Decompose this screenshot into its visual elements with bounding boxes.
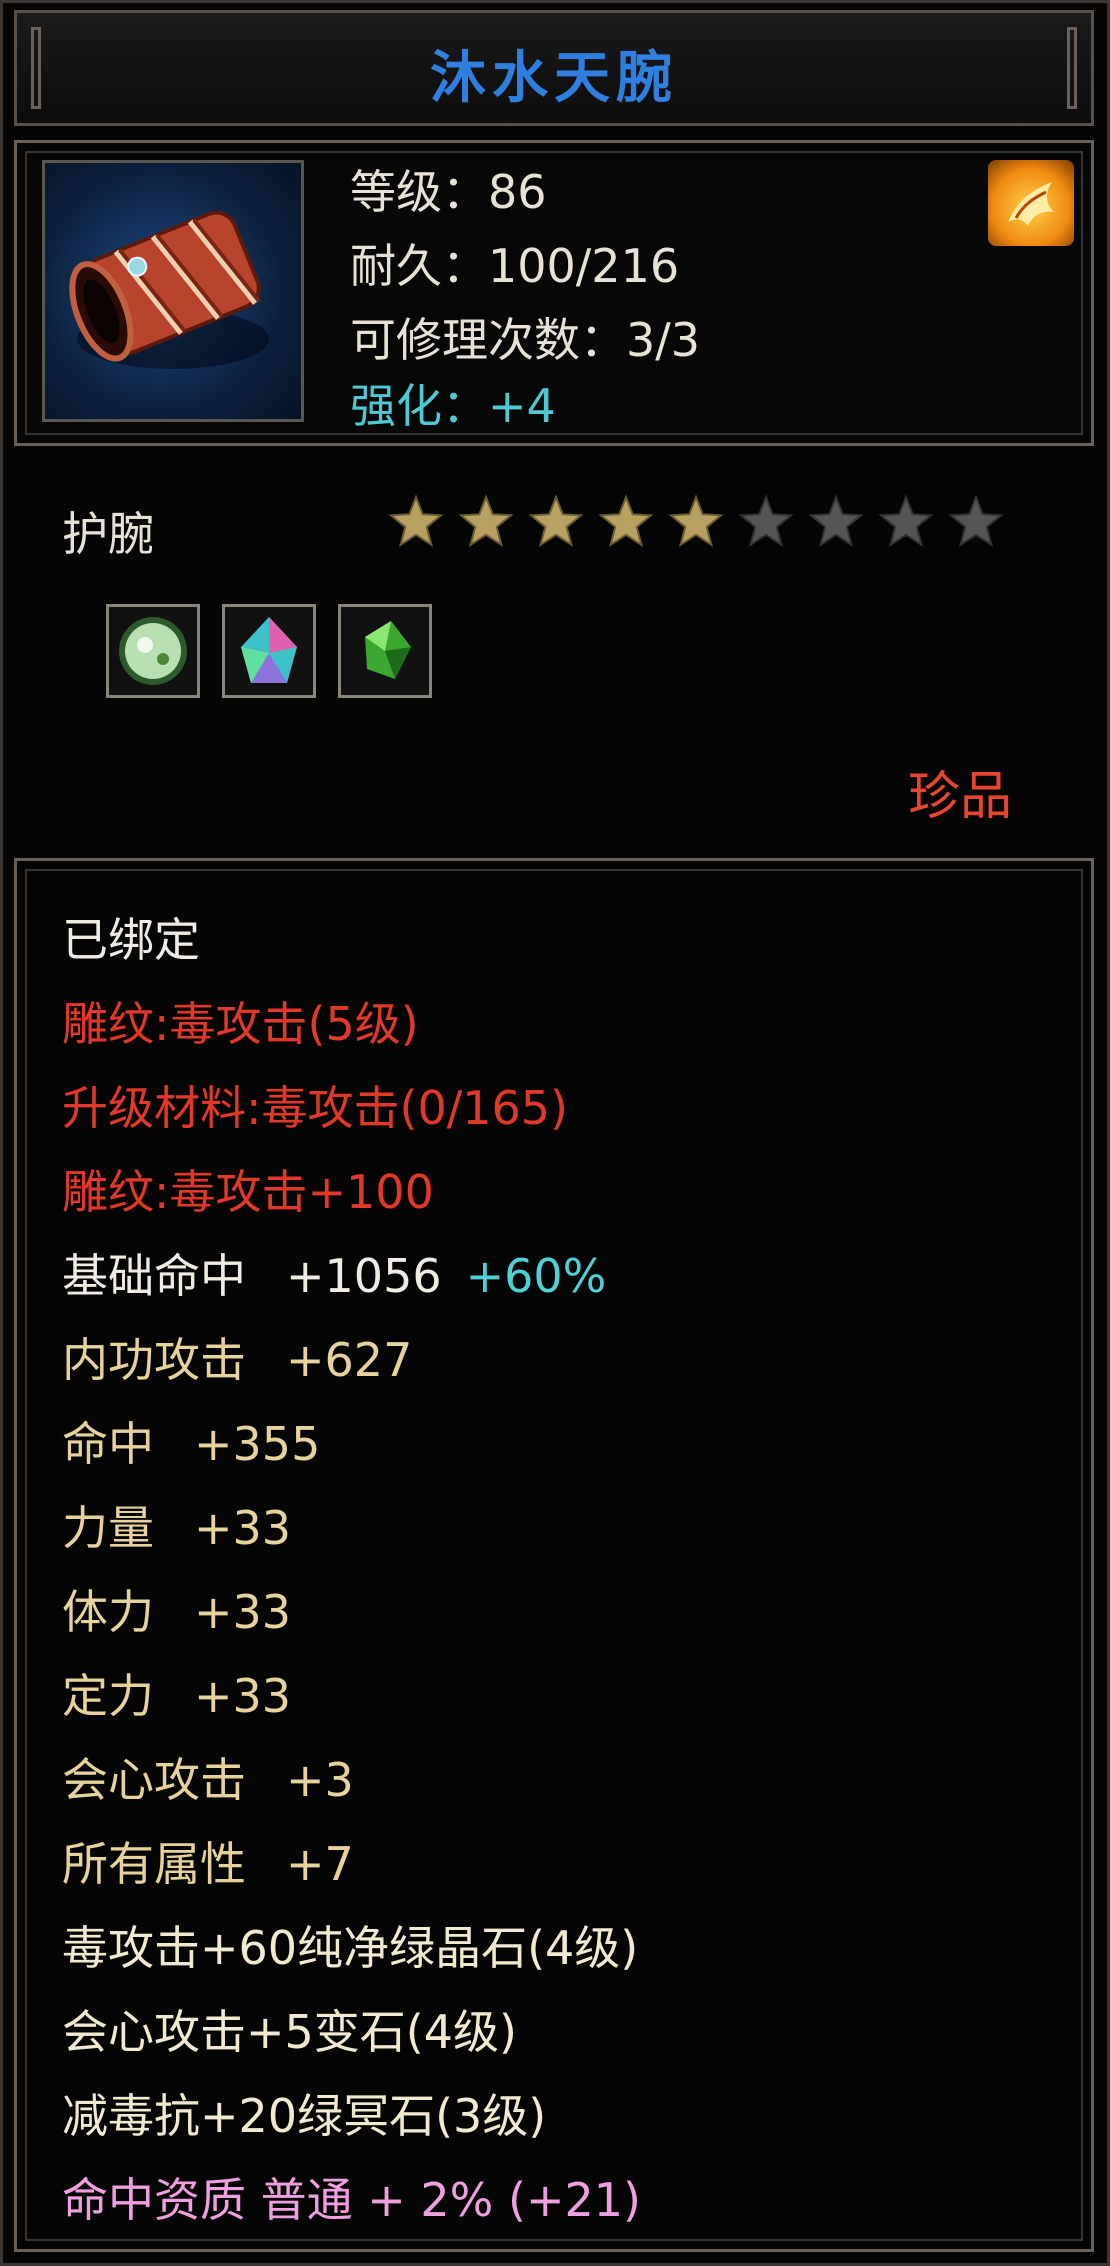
durability-label: 耐久：100/216 bbox=[350, 239, 680, 293]
flame-wing-icon bbox=[988, 160, 1074, 246]
focus-row: 定力 +33 bbox=[62, 1666, 291, 1726]
attr-name: 会心攻击 bbox=[62, 1753, 246, 1807]
item-type: 护腕 bbox=[62, 507, 154, 561]
bound-status: 已绑定 bbox=[62, 913, 200, 967]
star-filled-icon bbox=[528, 494, 584, 548]
hit-quality: 命中资质 普通 + 2% (+21) bbox=[62, 2173, 641, 2227]
engrave-level: 雕纹:毒攻击(5级) bbox=[62, 997, 419, 1051]
inner-attack-row: 内功攻击 +627 bbox=[62, 1330, 412, 1390]
attr-value: +33 bbox=[194, 1501, 292, 1555]
star-empty-icon bbox=[948, 494, 1004, 548]
upgrade-material: 升级材料:毒攻击(0/165) bbox=[62, 1081, 568, 1135]
attr-value: +1056 bbox=[286, 1249, 442, 1303]
gem-socket-1: 毒攻击+60纯净绿晶石(4级) bbox=[62, 1921, 639, 1975]
attr-name: 力量 bbox=[62, 1501, 154, 1555]
star-filled-icon bbox=[458, 494, 514, 548]
enhance-label: 强化：+4 bbox=[350, 379, 556, 433]
gem-socket-3: 减毒抗+20绿冥石(3级) bbox=[62, 2089, 547, 2143]
attr-value: +355 bbox=[194, 1417, 321, 1471]
star-filled-icon bbox=[668, 494, 724, 548]
strength-row: 力量 +33 bbox=[62, 1498, 291, 1558]
gem-socket-2: 会心攻击+5变石(4级) bbox=[62, 2005, 517, 2059]
rarity-label: 珍品 bbox=[908, 767, 1013, 827]
title-bar: 沐水天腕 bbox=[14, 10, 1094, 126]
star-empty-icon bbox=[738, 494, 794, 548]
engrave-bonus: 雕纹:毒攻击+100 bbox=[62, 1165, 434, 1219]
base-hit-row: 基础命中 +1056 +60% bbox=[62, 1246, 606, 1306]
item-name: 沐水天腕 bbox=[430, 46, 678, 111]
attr-name: 体力 bbox=[62, 1585, 154, 1639]
attr-value: +33 bbox=[194, 1669, 292, 1723]
star-empty-icon bbox=[878, 494, 934, 548]
attr-value: +627 bbox=[286, 1333, 413, 1387]
bracer-icon bbox=[42, 160, 304, 422]
rainbow-crystal-gem-icon[interactable] bbox=[222, 604, 316, 698]
attr-value: +3 bbox=[286, 1753, 354, 1807]
attr-name: 所有属性 bbox=[62, 1837, 246, 1891]
level-label: 等级：86 bbox=[350, 165, 547, 219]
crit-row: 会心攻击 +3 bbox=[62, 1750, 354, 1810]
stamina-row: 体力 +33 bbox=[62, 1582, 291, 1642]
all-attributes-row: 所有属性 +7 bbox=[62, 1834, 354, 1894]
attr-name: 定力 bbox=[62, 1669, 154, 1723]
green-gem-icon[interactable] bbox=[338, 604, 432, 698]
attr-name: 内功攻击 bbox=[62, 1333, 246, 1387]
white-green-gem-icon[interactable] bbox=[106, 604, 200, 698]
attr-value: +33 bbox=[194, 1585, 292, 1639]
hit-row: 命中 +355 bbox=[62, 1414, 320, 1474]
attr-value: +7 bbox=[286, 1837, 354, 1891]
attr-name: 基础命中 bbox=[62, 1249, 246, 1303]
star-filled-icon bbox=[388, 494, 444, 548]
star-empty-icon bbox=[808, 494, 864, 548]
repair-count-label: 可修理次数：3/3 bbox=[350, 313, 701, 367]
attr-bonus: +60% bbox=[465, 1249, 607, 1303]
attr-name: 命中 bbox=[62, 1417, 154, 1471]
star-filled-icon bbox=[598, 494, 654, 548]
